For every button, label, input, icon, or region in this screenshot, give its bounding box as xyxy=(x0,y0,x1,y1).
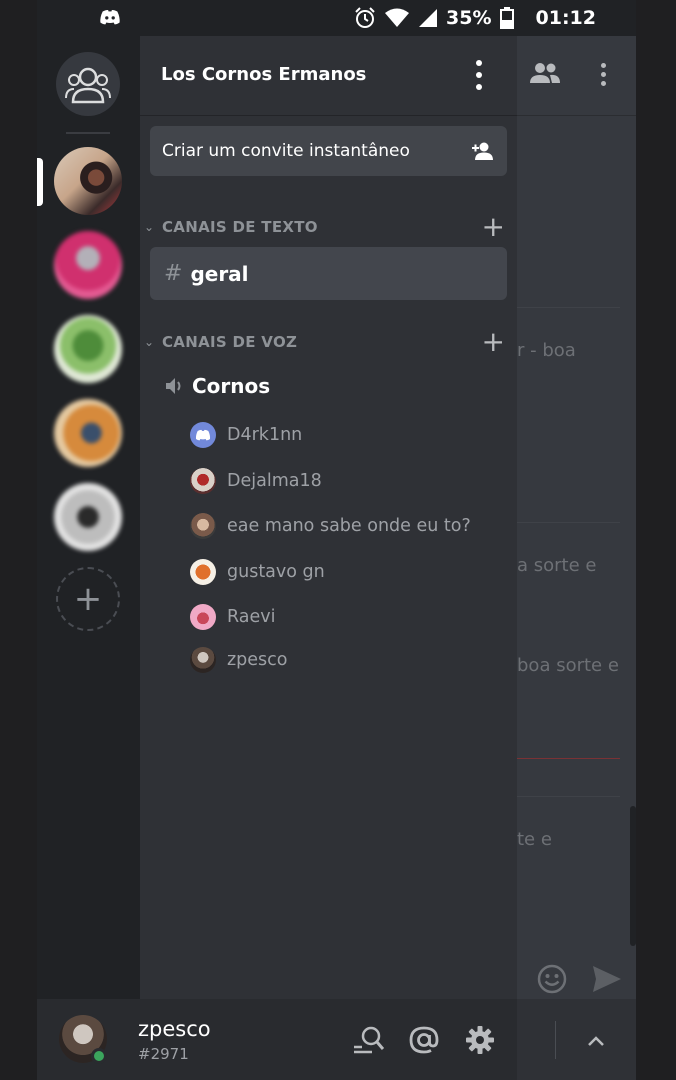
member-avatar xyxy=(190,513,216,539)
kebab-menu-icon[interactable] xyxy=(471,60,487,90)
channel-drawer: Los Cornos Ermanos Criar um convite inst… xyxy=(140,36,517,999)
members-icon[interactable] xyxy=(529,62,561,84)
voice-member[interactable]: eae mano sabe onde eu to? xyxy=(190,512,471,540)
chevron-up-icon[interactable] xyxy=(587,1035,605,1047)
direct-messages-icon xyxy=(65,67,111,104)
chat-fragment: a sorte e xyxy=(517,555,597,576)
chat-divider xyxy=(517,522,620,523)
member-avatar xyxy=(190,422,216,448)
server-icon-4[interactable] xyxy=(54,399,122,467)
voice-member[interactable]: zpesco xyxy=(190,646,288,674)
divider xyxy=(555,1021,556,1059)
voice-member[interactable]: Dejalma18 xyxy=(190,467,322,495)
hashtag-icon: # xyxy=(164,261,183,286)
chevron-down-icon: ⌄ xyxy=(144,335,155,349)
chat-fragment: te e xyxy=(517,829,552,850)
chat-fragment: boa sorte e xyxy=(517,655,619,676)
server-icon-5[interactable] xyxy=(54,483,122,551)
chevron-down-icon: ⌄ xyxy=(144,220,155,234)
server-icon-2[interactable] xyxy=(54,231,122,299)
server-header[interactable]: Los Cornos Ermanos xyxy=(140,36,517,116)
bottom-bar xyxy=(517,999,636,1080)
speaker-icon xyxy=(166,378,181,394)
user-discriminator: #2971 xyxy=(138,1045,189,1063)
text-channels-label: CANAIS DE TEXTO xyxy=(162,218,318,236)
text-channels-category[interactable]: ⌄ CANAIS DE TEXTO + xyxy=(144,212,509,242)
settings-gear-icon[interactable] xyxy=(463,1023,497,1057)
search-friends-icon[interactable] xyxy=(351,1023,385,1057)
guild-rail: + xyxy=(37,36,140,999)
emoji-icon[interactable] xyxy=(537,964,567,994)
voice-channels-category[interactable]: ⌄ CANAIS DE VOZ + xyxy=(144,327,509,357)
voice-member[interactable]: D4rk1nn xyxy=(190,421,302,449)
add-text-channel-icon[interactable]: + xyxy=(482,213,505,241)
battery-icon xyxy=(499,7,514,29)
chat-scrollbar[interactable] xyxy=(630,806,636,946)
member-name: D4rk1nn xyxy=(227,425,303,445)
rail-separator xyxy=(66,132,110,134)
member-avatar xyxy=(190,604,216,630)
member-name: gustavo gn xyxy=(227,562,325,582)
create-invite-label: Criar um convite instantâneo xyxy=(162,141,410,161)
right-bezel xyxy=(636,0,676,1080)
channel-name: geral xyxy=(190,261,249,286)
add-voice-channel-icon[interactable]: + xyxy=(482,328,505,356)
left-bezel xyxy=(0,0,37,1080)
add-person-icon xyxy=(472,142,493,160)
server-icon-3[interactable] xyxy=(54,315,122,383)
status-bar: 35% 01:12 xyxy=(37,0,636,36)
clock-time: 01:12 xyxy=(535,7,596,29)
voice-channel-cornos[interactable]: Cornos xyxy=(164,374,270,398)
member-avatar xyxy=(190,468,216,494)
chat-menu-icon[interactable] xyxy=(601,63,606,86)
member-name: eae mano sabe onde eu to? xyxy=(227,516,471,536)
chat-header xyxy=(517,36,636,116)
chat-fragment: r - boa xyxy=(517,340,576,361)
voice-member[interactable]: gustavo gn xyxy=(190,558,325,586)
chat-divider xyxy=(517,307,620,308)
channel-geral[interactable]: # geral xyxy=(150,247,507,300)
chat-area: r - boa a sorte e boa sorte e te e xyxy=(517,36,636,999)
add-server-button[interactable]: + xyxy=(56,567,120,631)
plus-icon: + xyxy=(73,579,103,619)
signal-icon xyxy=(419,9,438,27)
user-panel: zpesco #2971 xyxy=(37,999,517,1080)
selected-server-indicator xyxy=(37,158,43,206)
direct-messages-button[interactable] xyxy=(56,52,120,116)
online-status-indicator xyxy=(91,1048,107,1064)
voice-channels-label: CANAIS DE VOZ xyxy=(162,333,298,351)
server-name: Los Cornos Ermanos xyxy=(161,64,367,85)
voice-member[interactable]: Raevi xyxy=(190,603,275,631)
battery-percent: 35% xyxy=(446,7,492,29)
username: zpesco xyxy=(138,1017,211,1041)
chat-divider xyxy=(517,796,620,797)
server-icon-los-cornos-ermanos[interactable] xyxy=(54,147,122,215)
discord-icon xyxy=(195,429,211,441)
member-name: zpesco xyxy=(227,650,288,670)
new-messages-line xyxy=(517,758,620,759)
member-name: Dejalma18 xyxy=(227,471,322,491)
mention-icon[interactable] xyxy=(407,1023,441,1057)
discord-icon xyxy=(100,10,120,25)
member-avatar xyxy=(190,559,216,585)
member-name: Raevi xyxy=(227,607,276,627)
create-invite-button[interactable]: Criar um convite instantâneo xyxy=(150,126,507,176)
alarm-icon xyxy=(355,7,375,28)
member-avatar xyxy=(190,647,216,673)
voice-channel-name: Cornos xyxy=(192,374,271,398)
send-icon[interactable] xyxy=(591,964,623,994)
wifi-icon xyxy=(385,8,410,27)
